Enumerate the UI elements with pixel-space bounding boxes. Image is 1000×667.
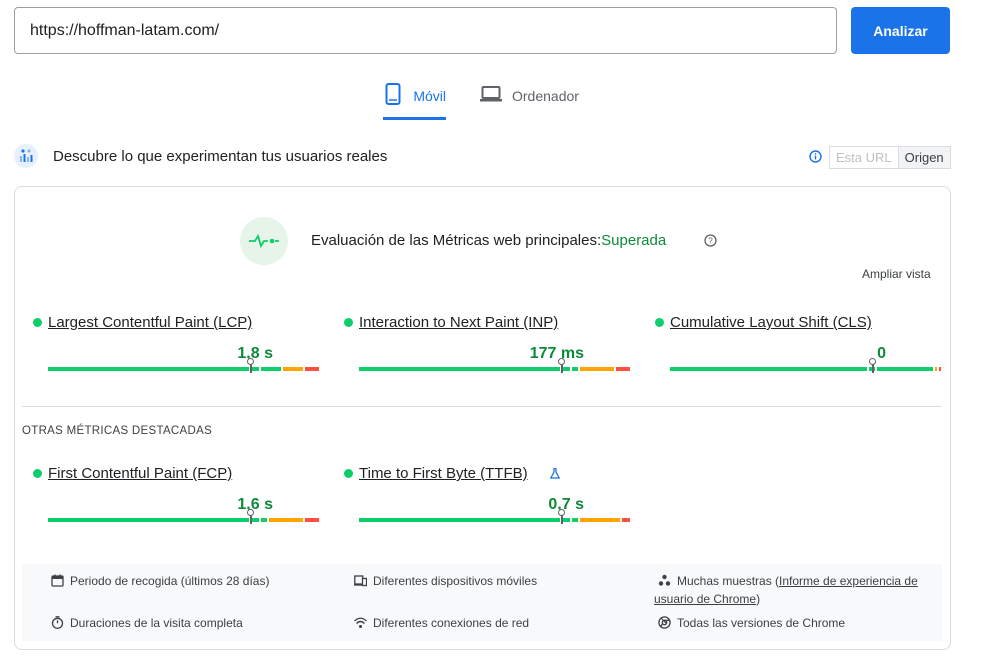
status-dot	[344, 318, 353, 327]
info-period: Periodo de recogida (últimos 28 días)	[51, 572, 269, 590]
status-dot	[33, 469, 42, 478]
bar-good	[359, 367, 560, 371]
section-title: Descubre lo que experimentan tus usuario…	[53, 148, 388, 165]
p75-marker	[558, 509, 566, 524]
tab-mobile[interactable]: Móvil	[383, 80, 446, 120]
toggle-origin[interactable]: Origen	[898, 147, 950, 168]
info-samples-prefix: Muchas muestras (	[677, 574, 780, 588]
bar-poor	[305, 367, 319, 371]
bar-needs-improvement	[283, 367, 303, 371]
users-chart-icon	[14, 144, 38, 168]
metric-value: 0	[877, 345, 886, 362]
calendar-icon	[51, 574, 64, 587]
distribution-bar	[359, 367, 630, 371]
metric-name[interactable]: Largest Contentful Paint (LCP)	[48, 314, 252, 331]
divider	[22, 406, 942, 407]
other-metrics-heading: OTRAS MÉTRICAS DESTACADAS	[22, 425, 213, 437]
distribution-bar	[48, 367, 319, 371]
status-dot	[33, 318, 42, 327]
metric-name[interactable]: Time to First Byte (TTFB)	[359, 465, 528, 482]
metric-value: 0,7 s	[548, 496, 584, 513]
bar-good	[48, 518, 249, 522]
chrome-icon	[658, 616, 671, 629]
assessment-label: Evaluación de las Métricas web principal…	[311, 232, 602, 249]
metric-value: 177 ms	[529, 345, 584, 362]
info-period-text: Periodo de recogida (últimos 28 días)	[70, 574, 270, 588]
smartphone-icon	[383, 83, 403, 105]
bar-needs-improvement	[269, 518, 303, 522]
bar-good	[261, 367, 281, 371]
network-icon	[354, 617, 367, 628]
bar-poor	[939, 367, 942, 371]
info-devices: Diferentes dispositivos móviles	[354, 572, 537, 590]
pulse-icon	[240, 217, 288, 265]
bar-needs-improvement	[580, 367, 614, 371]
metric-name[interactable]: First Contentful Paint (FCP)	[48, 465, 232, 482]
expand-view-link[interactable]: Ampliar vista	[862, 267, 931, 281]
samples-icon	[658, 574, 671, 586]
timer-icon	[51, 616, 64, 629]
bar-poor	[305, 518, 319, 522]
laptop-icon	[480, 83, 502, 105]
distribution-bar	[48, 518, 319, 522]
toggle-this-url[interactable]: Esta URL	[830, 147, 899, 168]
svg-text:?: ?	[708, 237, 713, 246]
status-dot	[655, 318, 664, 327]
url-input[interactable]	[14, 7, 837, 54]
bar-good	[261, 518, 267, 522]
info-versions: Todas las versiones de Chrome	[658, 614, 845, 632]
bar-good	[670, 367, 868, 371]
experimental-flask-icon	[550, 468, 560, 479]
metric-value: 1,6 s	[237, 496, 273, 513]
analyze-button[interactable]: Analizar	[851, 7, 950, 54]
p75-marker	[869, 358, 877, 373]
bar-good	[359, 518, 560, 522]
metric-name[interactable]: Cumulative Layout Shift (CLS)	[670, 314, 872, 331]
devices-icon	[354, 575, 367, 587]
metric-name[interactable]: Interaction to Next Paint (INP)	[359, 314, 558, 331]
info-devices-text: Diferentes dispositivos móviles	[373, 574, 538, 588]
assessment-title: Evaluación de las Métricas web principal…	[311, 232, 666, 249]
assessment-status: Superada	[601, 232, 667, 249]
bar-poor	[622, 518, 630, 522]
help-icon[interactable]: ?	[704, 234, 717, 247]
info-connections: Diferentes conexiones de red	[354, 614, 529, 632]
info-versions-text: Todas las versiones de Chrome	[677, 616, 846, 630]
info-samples-suffix: )	[756, 592, 761, 606]
tab-desktop[interactable]: Ordenador	[480, 80, 579, 120]
bar-good	[48, 367, 249, 371]
info-icon[interactable]	[809, 150, 822, 163]
bar-good	[877, 367, 934, 371]
info-connections-text: Diferentes conexiones de red	[373, 616, 530, 630]
bar-good	[572, 367, 578, 371]
p75-marker	[247, 509, 255, 524]
p75-marker	[558, 358, 566, 373]
bar-good	[572, 518, 578, 522]
tab-mobile-label: Móvil	[413, 88, 446, 104]
info-durations: Duraciones de la visita completa	[51, 614, 243, 632]
bar-needs-improvement	[935, 367, 938, 371]
bar-poor	[616, 367, 630, 371]
info-samples-text: Muchas muestras (Informe de experiencia …	[654, 572, 934, 608]
distribution-bar	[359, 518, 630, 522]
status-dot	[344, 469, 353, 478]
distribution-bar	[670, 367, 942, 371]
url-origin-toggle: Esta URL Origen	[829, 146, 951, 169]
tab-desktop-label: Ordenador	[512, 88, 579, 104]
info-samples: Muchas muestras (Informe de experiencia …	[654, 572, 934, 608]
p75-marker	[247, 358, 255, 373]
metric-value: 1,8 s	[237, 345, 273, 362]
info-durations-text: Duraciones de la visita completa	[70, 616, 243, 630]
bar-needs-improvement	[580, 518, 620, 522]
